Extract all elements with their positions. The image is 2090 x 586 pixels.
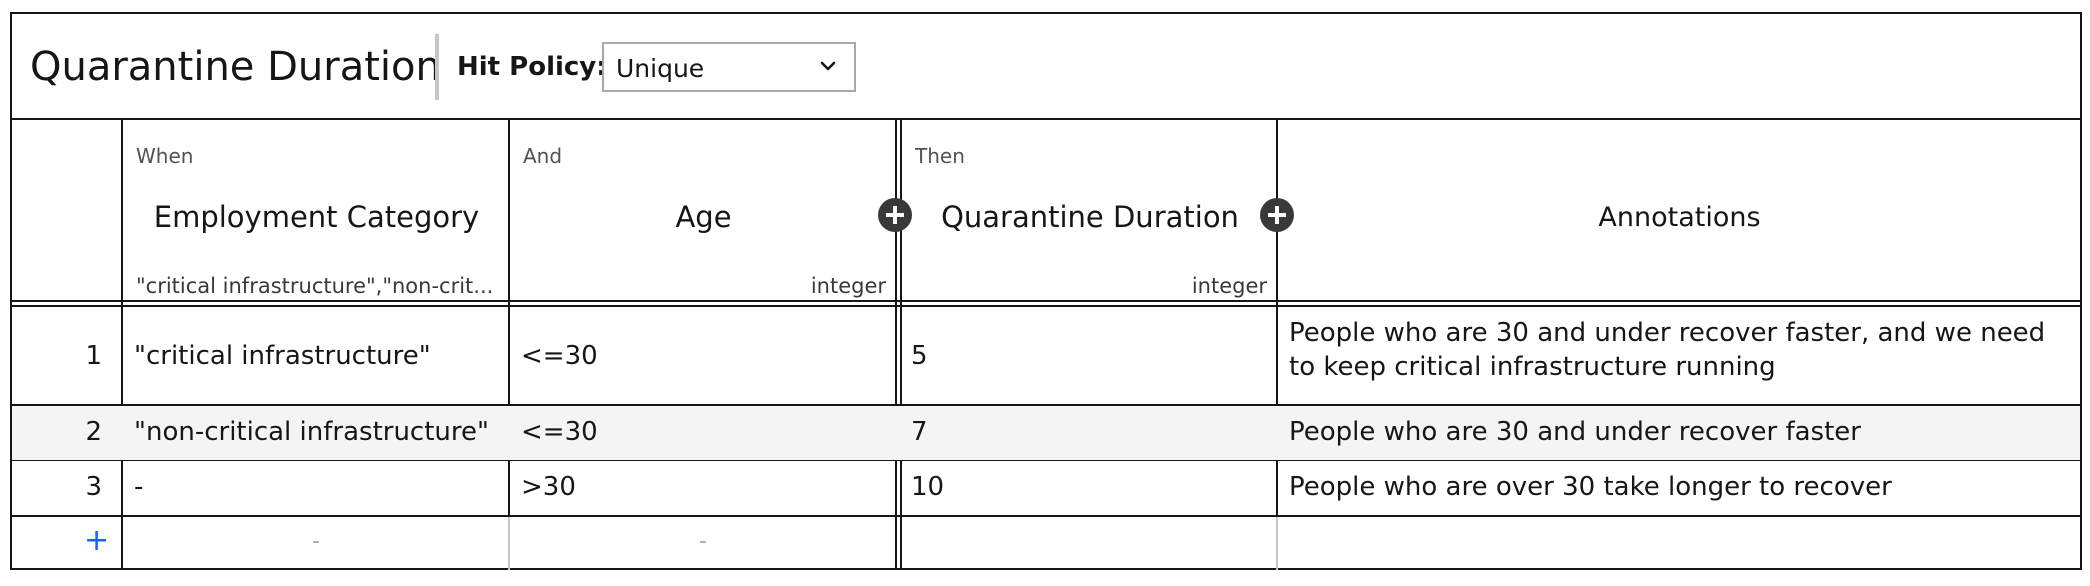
annotations-header[interactable]: Annotations bbox=[1279, 120, 2080, 301]
duration-cell[interactable]: 7 bbox=[911, 417, 928, 447]
input-values-employment: "critical infrastructure","non-crit... bbox=[136, 274, 494, 298]
table-row: 3 - >30 10 People who are over 30 take l… bbox=[12, 461, 2080, 515]
input-name-age: Age bbox=[675, 200, 732, 234]
output-type-duration: integer bbox=[1191, 274, 1267, 298]
employment-cell[interactable]: - bbox=[134, 472, 143, 502]
new-row-placeholder[interactable]: - bbox=[312, 529, 320, 554]
hit-policy-value: Unique bbox=[616, 54, 705, 83]
age-cell[interactable]: >30 bbox=[521, 472, 576, 502]
plus-icon[interactable]: + bbox=[84, 523, 109, 558]
annotation-cell[interactable]: People who are 30 and under recover fast… bbox=[1289, 417, 1861, 447]
age-cell[interactable]: <=30 bbox=[521, 341, 598, 371]
input-name-employment: Employment Category bbox=[153, 200, 480, 234]
new-row: + - - bbox=[12, 517, 2080, 569]
table-row: 2 "non-critical infrastructure" <=30 7 P… bbox=[12, 406, 2080, 460]
table-title[interactable]: Quarantine Duration bbox=[30, 44, 441, 90]
duration-cell[interactable]: 10 bbox=[911, 472, 944, 502]
output-name-duration: Quarantine Duration bbox=[941, 200, 1239, 234]
input-column-header-employment[interactable]: When Employment Category "critical infra… bbox=[124, 120, 509, 301]
age-cell[interactable]: <=30 bbox=[521, 417, 598, 447]
output-column-header-duration[interactable]: Then Quarantine Duration integer bbox=[903, 120, 1277, 301]
row-number: 3 bbox=[85, 472, 102, 502]
table-row: 1 "critical infrastructure" <=30 5 Peopl… bbox=[12, 308, 2080, 403]
annotations-title: Annotations bbox=[1598, 202, 1761, 233]
new-row-placeholder[interactable]: - bbox=[699, 529, 707, 554]
hit-policy-label: Hit Policy: bbox=[457, 52, 607, 82]
and-label: And bbox=[523, 144, 563, 168]
duration-cell[interactable]: 5 bbox=[911, 341, 928, 371]
employment-cell[interactable]: "critical infrastructure" bbox=[134, 341, 431, 371]
input-type-age: integer bbox=[810, 274, 886, 298]
annotation-cell[interactable]: People who are 30 and under recover fast… bbox=[1289, 316, 2079, 384]
title-divider bbox=[435, 34, 439, 100]
decision-table: Quarantine Duration Hit Policy: Unique W… bbox=[10, 12, 2082, 570]
then-label: Then bbox=[915, 144, 965, 168]
employment-cell[interactable]: "non-critical infrastructure" bbox=[134, 417, 489, 447]
hit-policy-select[interactable]: Unique bbox=[602, 42, 856, 92]
chevron-down-icon bbox=[820, 61, 836, 71]
row-number: 1 bbox=[85, 341, 102, 371]
annotation-cell[interactable]: People who are over 30 take longer to re… bbox=[1289, 472, 1892, 502]
when-label: When bbox=[136, 144, 194, 168]
row-number: 2 bbox=[85, 417, 102, 447]
title-bar: Quarantine Duration Hit Policy: Unique bbox=[12, 14, 2080, 120]
input-column-header-age[interactable]: And Age integer bbox=[511, 120, 896, 301]
